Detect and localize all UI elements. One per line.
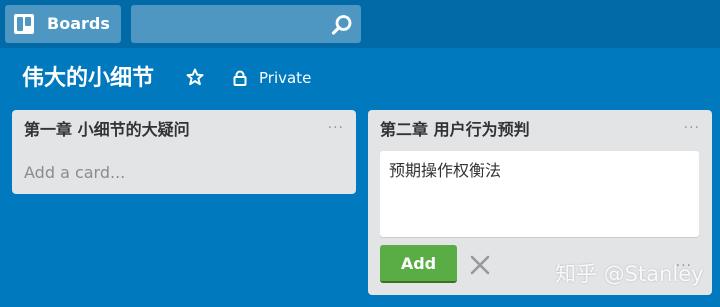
add-button-label: Add — [400, 254, 437, 273]
watermark: 知乎 @Stanley — [555, 262, 704, 286]
list-chapter-1: 第一章 小细节的大疑问 ··· Add a card... — [12, 110, 356, 194]
card-composer-text: 预期操作权衡法 — [389, 161, 502, 180]
list-title[interactable]: 第一章 小细节的大疑问 — [24, 119, 190, 141]
board-title[interactable]: 伟大的小细节 — [22, 62, 154, 94]
list-menu-button[interactable]: ··· — [328, 120, 344, 136]
close-icon[interactable] — [470, 255, 490, 275]
star-icon[interactable] — [186, 68, 204, 86]
list-menu-button[interactable]: ··· — [684, 120, 700, 136]
search-input[interactable] — [131, 5, 361, 43]
visibility-button[interactable]: Private — [259, 67, 311, 89]
list-title[interactable]: 第二章 用户行为预判 — [380, 119, 530, 141]
card-composer-textarea[interactable]: 预期操作权衡法 — [380, 151, 699, 237]
add-card-button[interactable]: Add — [380, 245, 457, 283]
boards-icon — [14, 14, 34, 34]
add-card-link[interactable]: Add a card... — [24, 162, 125, 184]
boards-button[interactable]: Boards — [5, 5, 121, 43]
boards-label: Boards — [47, 14, 110, 33]
search-icon[interactable] — [331, 14, 353, 36]
top-header: Boards — [0, 0, 720, 48]
lock-icon — [233, 70, 247, 86]
